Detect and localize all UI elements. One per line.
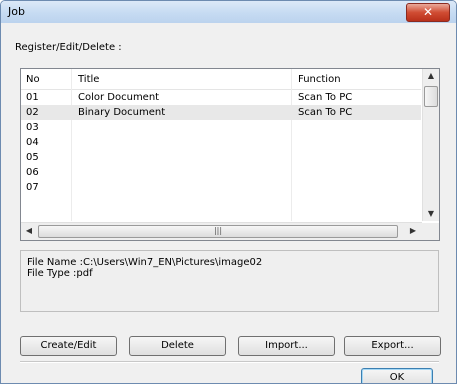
job-list[interactable]: No Title Function 01 Color Document Scan… — [20, 68, 440, 241]
scrollbar-corner — [422, 223, 439, 240]
column-header-function[interactable]: Function — [298, 74, 341, 85]
row-function: Scan To PC — [298, 107, 353, 118]
row-no: 07 — [26, 182, 39, 193]
vertical-scrollbar[interactable]: ▲ ▼ — [422, 69, 439, 221]
scroll-down-icon[interactable]: ▼ — [423, 209, 439, 218]
file-name-text: File Name :C:\Users\Win7_EN\Pictures\ima… — [27, 257, 263, 268]
column-header-no[interactable]: No — [26, 74, 40, 85]
import-button[interactable]: Import... — [238, 336, 335, 356]
row-function: Scan To PC — [298, 92, 353, 103]
create-edit-button[interactable]: Create/Edit — [20, 336, 117, 356]
list-header: No Title Function — [21, 69, 421, 90]
table-row[interactable]: 05 — [21, 150, 421, 165]
scroll-up-icon[interactable]: ▲ — [423, 71, 439, 80]
table-row[interactable]: 06 — [21, 165, 421, 180]
dialog-client: Register/Edit/Delete : No Title Function… — [8, 23, 449, 383]
ok-button[interactable]: OK — [361, 368, 433, 383]
file-info-panel: File Name :C:\Users\Win7_EN\Pictures\ima… — [20, 250, 439, 312]
table-row[interactable]: 03 — [21, 120, 421, 135]
file-type-text: File Type :pdf — [27, 268, 93, 279]
scroll-left-icon[interactable]: ◀ — [21, 226, 37, 235]
row-no: 03 — [26, 122, 39, 133]
vertical-scroll-thumb[interactable] — [424, 86, 438, 107]
row-no: 05 — [26, 152, 39, 163]
horizontal-scroll-thumb[interactable]: ||| — [38, 225, 398, 238]
row-no: 06 — [26, 167, 39, 178]
row-no: 02 — [26, 107, 39, 118]
window-title: Job — [8, 5, 25, 18]
row-no: 01 — [26, 92, 39, 103]
horizontal-scrollbar[interactable]: ◀ ||| ▶ — [21, 222, 422, 240]
job-dialog: Job ✕ Register/Edit/Delete : No Title Fu… — [0, 0, 457, 384]
table-row[interactable]: 01 Color Document Scan To PC — [21, 90, 421, 105]
row-title: Binary Document — [78, 107, 166, 118]
row-title: Color Document — [78, 92, 160, 103]
register-edit-delete-label: Register/Edit/Delete : — [15, 42, 122, 53]
table-row[interactable]: 07 — [21, 180, 421, 195]
row-no: 04 — [26, 137, 39, 148]
scroll-right-icon[interactable]: ▶ — [405, 226, 421, 235]
separator — [20, 361, 439, 363]
table-row[interactable]: 02 Binary Document Scan To PC — [21, 105, 421, 120]
title-bar: Job ✕ — [1, 1, 456, 23]
delete-button[interactable]: Delete — [129, 336, 226, 356]
list-rows: 01 Color Document Scan To PC 02 Binary D… — [21, 90, 421, 221]
export-button[interactable]: Export... — [344, 336, 441, 356]
table-row[interactable]: 04 — [21, 135, 421, 150]
close-icon[interactable]: ✕ — [406, 3, 450, 22]
column-header-title[interactable]: Title — [78, 74, 99, 85]
